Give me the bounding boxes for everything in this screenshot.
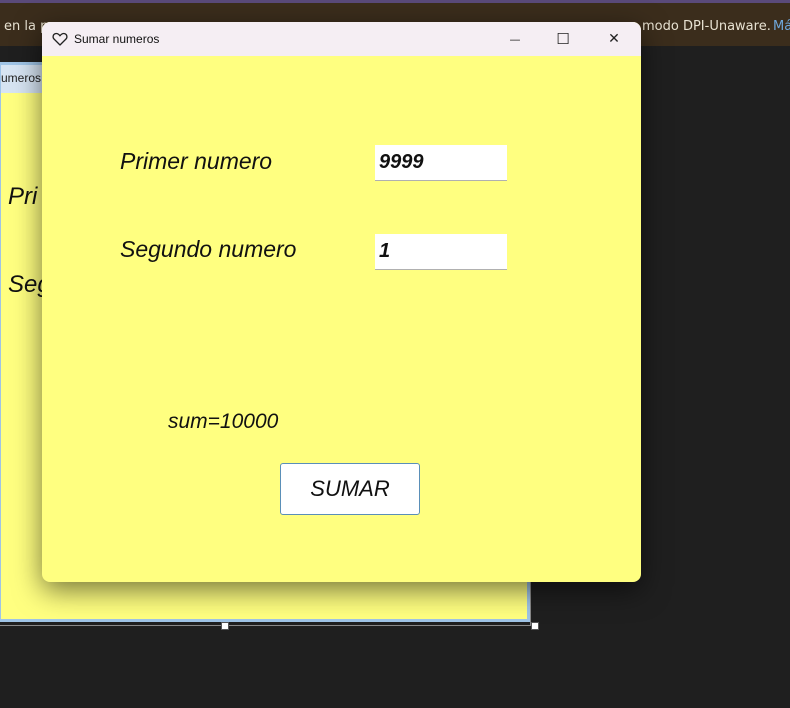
sumar-numeros-window: Sumar numeros — ☐ ✕ Primer numero Segund… [42, 22, 641, 582]
close-icon: ✕ [608, 31, 620, 47]
resize-handle-corner[interactable] [531, 622, 539, 630]
designer-form-title: umeros [1, 71, 42, 85]
label-segundo-numero: Segundo numero [120, 236, 297, 262]
maximize-button[interactable]: ☐ [540, 22, 586, 56]
banner-text-right: modo DPI-Unaware. [642, 19, 771, 34]
minimize-button[interactable]: — [492, 22, 538, 56]
sumar-button[interactable]: SUMAR [280, 463, 420, 515]
designer-label-primer: Pri [8, 183, 38, 210]
window-title: Sumar numeros [74, 32, 160, 46]
label-primer-numero: Primer numero [120, 148, 273, 174]
maximize-icon: ☐ [556, 30, 570, 48]
heart-icon [52, 32, 68, 46]
window-titlebar[interactable]: Sumar numeros — ☐ ✕ [42, 22, 641, 56]
primer-numero-input[interactable] [375, 145, 507, 181]
selection-border-bottom [0, 625, 536, 626]
banner-link[interactable]: Má [773, 19, 790, 34]
close-button[interactable]: ✕ [591, 22, 637, 56]
segundo-numero-input[interactable] [375, 234, 507, 270]
sumar-button-label: SUMAR [310, 476, 390, 501]
minimize-icon: — [509, 32, 521, 46]
resize-handle-bottom[interactable] [221, 622, 229, 630]
sum-result-label: sum=10000 [168, 410, 279, 433]
